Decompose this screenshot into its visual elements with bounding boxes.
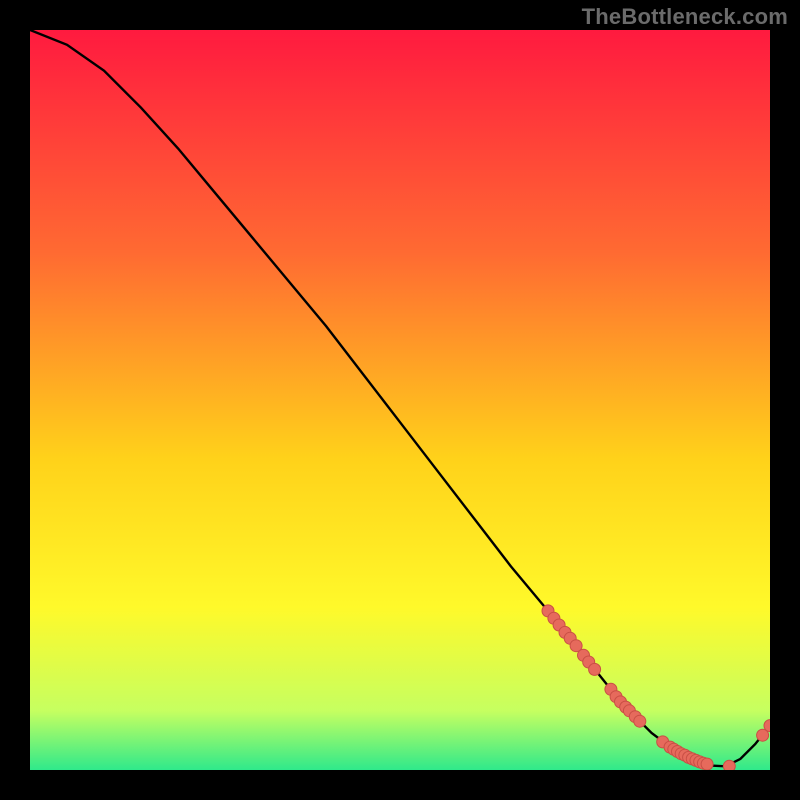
chart-stage: TheBottleneck.com: [0, 0, 800, 800]
data-point-marker: [634, 715, 646, 727]
chart-plot-area: [30, 30, 770, 770]
gradient-background: [30, 30, 770, 770]
chart-svg: [30, 30, 770, 770]
data-point-marker: [723, 760, 735, 770]
data-point-marker: [589, 663, 601, 675]
data-point-marker: [701, 758, 713, 770]
watermark-text: TheBottleneck.com: [582, 4, 788, 30]
